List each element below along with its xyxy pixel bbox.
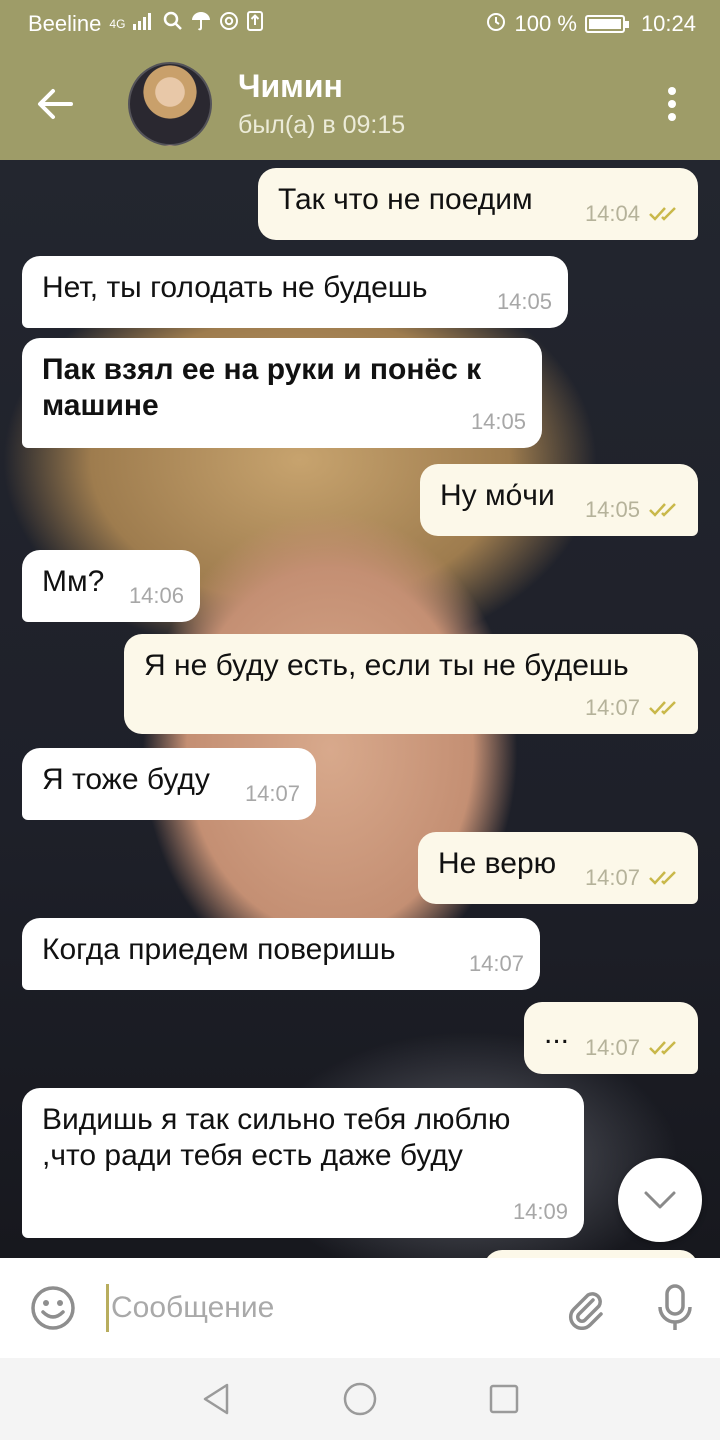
message-time: 14:07: [584, 865, 640, 890]
emoji-button[interactable]: [0, 1258, 106, 1358]
alarm-icon: [485, 10, 507, 38]
battery-percent: 100 %: [514, 11, 577, 36]
microphone-icon: [658, 1284, 692, 1330]
message-time: 14:07: [468, 951, 524, 976]
message-bubble[interactable]: Так что не поедим 14:04: [258, 168, 698, 240]
message-time: 14:07: [584, 1035, 640, 1060]
contact-status: был(а) в 09:15: [238, 111, 406, 139]
read-checks-icon: [649, 503, 676, 517]
more-vert-icon: [668, 87, 676, 121]
read-checks-icon: [649, 701, 676, 715]
message-text: Я не буду есть, если ты не будешь: [144, 649, 629, 682]
message-time: 14:05: [584, 497, 640, 522]
text-caret: [106, 1284, 109, 1332]
message-text: Видишь я так сильно тебя люблю ,что ради…: [42, 1103, 511, 1172]
message-bubble[interactable]: Пак взял ее на руки и понёс к машине 14:…: [22, 338, 542, 448]
message-bubble[interactable]: Видишь я так сильно тебя люблю ,что ради…: [22, 1088, 584, 1238]
contact-name: Чимин: [238, 68, 343, 104]
contact-info[interactable]: Чимин был(а) в 09:15: [238, 68, 405, 140]
message-text: Ну мо́чи: [440, 479, 555, 512]
at-icon: [219, 11, 239, 37]
signal-icon: [133, 12, 155, 36]
message-bubble[interactable]: Нет, ты голодать не будешь 14:05: [22, 256, 568, 328]
back-triangle-icon[interactable]: [200, 1382, 232, 1416]
status-bar: Beeline 4G 100 % 10:24: [0, 0, 720, 48]
read-checks-icon: [649, 871, 676, 885]
chat-header: Чимин был(а) в 09:15: [0, 48, 720, 160]
read-checks-icon: [649, 1041, 676, 1055]
message-time: 14:09: [512, 1199, 568, 1224]
message-time: 14:05: [470, 409, 526, 434]
message-bubble[interactable]: Ну мо́чи 14:05: [420, 464, 698, 536]
message-text: Так что не поедим: [278, 183, 533, 216]
clock: 10:24: [640, 11, 696, 36]
message-time: 14:05: [496, 289, 552, 314]
more-options-button[interactable]: [624, 48, 720, 160]
message-text: ...: [544, 1017, 570, 1050]
message-text: Когда приедем поверишь: [42, 933, 396, 966]
message-list[interactable]: Так что не поедим 14:04 Нет, ты голодать…: [0, 160, 720, 1258]
message-time: 14:04: [584, 201, 640, 226]
battery-icon: [584, 15, 629, 33]
chevron-down-icon: [644, 1191, 676, 1209]
network-label: 4G: [109, 17, 126, 31]
message-input[interactable]: Сообщение: [106, 1258, 540, 1358]
carrier-label: Beeline: [28, 11, 102, 36]
message-bubble[interactable]: Мм? 14:06: [22, 550, 200, 622]
message-text: Я тоже буду: [42, 763, 210, 796]
message-time: 14:07: [584, 695, 640, 720]
message-text: Пак взял ее на руки и понёс к машине: [42, 353, 482, 422]
home-circle-icon[interactable]: [342, 1381, 378, 1417]
message-bubble[interactable]: Я тоже буду 14:07: [22, 748, 316, 820]
message-bubble-partial[interactable]: [484, 1250, 698, 1258]
message-text: Не верю: [438, 847, 557, 880]
system-nav-bar: [0, 1358, 720, 1440]
message-bubble[interactable]: Я не буду есть, если ты не будешь 14:07: [124, 634, 698, 734]
message-bubble[interactable]: Не верю 14:07: [418, 832, 698, 904]
message-time: 14:07: [244, 781, 300, 806]
search-icon: [163, 11, 183, 37]
paperclip-icon: [568, 1292, 603, 1330]
message-bubble[interactable]: Когда приедем поверишь 14:07: [22, 918, 540, 990]
read-checks-icon: [649, 207, 676, 221]
recents-square-icon[interactable]: [488, 1383, 520, 1415]
message-input-bar: Сообщение: [0, 1258, 720, 1358]
attach-button[interactable]: [540, 1258, 630, 1358]
upload-icon: [247, 11, 264, 37]
umbrella-icon: [191, 11, 211, 37]
emoji-icon: [31, 1286, 75, 1330]
message-bubble[interactable]: ... 14:07: [524, 1002, 698, 1074]
message-text: Мм?: [42, 565, 105, 598]
message-text: Нет, ты голодать не будешь: [42, 271, 428, 304]
microphone-button[interactable]: [630, 1258, 720, 1358]
scroll-down-button[interactable]: [618, 1158, 702, 1242]
back-button[interactable]: [0, 48, 110, 160]
avatar[interactable]: [128, 62, 212, 146]
message-time: 14:06: [128, 583, 184, 608]
back-arrow-icon: [38, 89, 73, 119]
message-placeholder: Сообщение: [111, 1291, 275, 1324]
